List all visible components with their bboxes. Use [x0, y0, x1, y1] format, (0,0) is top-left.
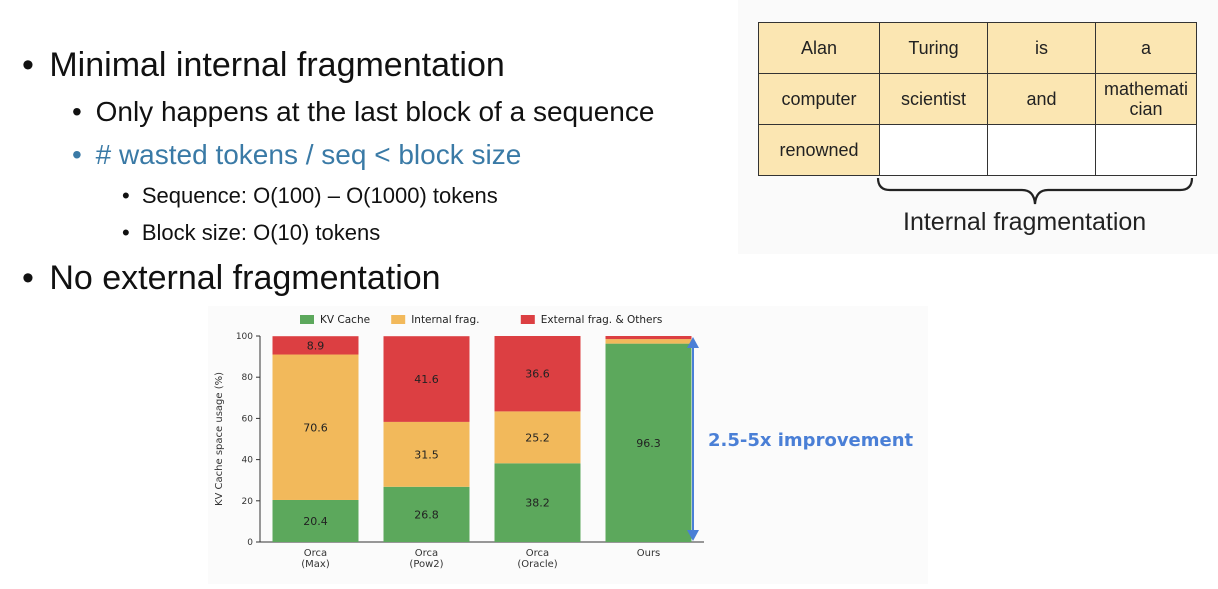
x-tick-label: (Max): [301, 559, 330, 570]
token-table: Alan Turing is a computer scientist and …: [758, 22, 1197, 176]
bullet-block-size: • Block size: O(10) tokens: [122, 220, 380, 246]
x-tick-label: (Pow2): [409, 559, 443, 570]
bullet-text: Only happens at the last block of a sequ…: [95, 96, 655, 127]
legend-swatch: [520, 315, 535, 324]
bar-value-label: 70.6: [303, 421, 328, 434]
bar-value-label: 36.6: [525, 368, 550, 381]
bullet-dot: •: [72, 139, 82, 170]
x-tick-label: Orca: [304, 548, 327, 559]
legend-label: Internal frag.: [411, 314, 479, 326]
token-cell: computer: [758, 73, 880, 125]
bar-value-label: 25.2: [525, 431, 550, 444]
bullet-dot: •: [22, 46, 34, 84]
token-cell: is: [987, 22, 1096, 74]
y-tick-label: 100: [236, 332, 253, 342]
y-tick-label: 40: [242, 456, 254, 466]
bullet-text: No external fragmentation: [49, 259, 441, 297]
token-cell: and: [987, 73, 1096, 125]
y-tick-label: 20: [242, 497, 254, 507]
x-tick-label: Orca: [415, 548, 438, 559]
token-cell: Alan: [758, 22, 880, 74]
kv-cache-usage-chart: 0 20 40 60 80 100 KV Cache space usage (%) 20.4…: [208, 306, 928, 584]
x-tick-label: Orca: [526, 548, 549, 559]
legend-label: External frag. & Others: [541, 314, 663, 326]
improvement-annotation: 2.5-5x improvement: [708, 430, 914, 451]
empty-token-cell: [1095, 124, 1197, 176]
y-axis-label: KV Cache space usage (%): [214, 372, 225, 506]
bullet-wasted-tokens: • # wasted tokens / seq < block size: [72, 139, 521, 171]
bullet-dot: •: [122, 220, 130, 245]
bullet-dot: •: [22, 259, 34, 297]
bullet-last-block: • Only happens at the last block of a se…: [72, 96, 654, 128]
bar-value-label: 96.3: [636, 437, 661, 450]
legend-swatch: [300, 315, 314, 324]
y-tick-label: 60: [242, 414, 254, 424]
bullet-text: Sequence: O(100) – O(1000) tokens: [141, 183, 498, 208]
token-cell: renowned: [758, 124, 880, 176]
token-table-figure: Alan Turing is a computer scientist and …: [738, 0, 1218, 254]
x-tick-label: (Oracle): [517, 559, 557, 570]
bar-value-label: 20.4: [303, 515, 328, 528]
bar-value-label: 8.9: [307, 339, 325, 352]
bullet-no-external-fragmentation: • No external fragmentation: [22, 259, 441, 298]
chart-svg: 0 20 40 60 80 100 KV Cache space usage (%) 20.4…: [214, 314, 914, 570]
bullet-dot: •: [122, 183, 130, 208]
bar-value-label: 31.5: [414, 448, 439, 461]
legend-swatch: [391, 315, 406, 324]
token-cell: scientist: [879, 73, 988, 125]
bullet-sequence: • Sequence: O(100) – O(1000) tokens: [122, 183, 498, 209]
token-cell: a: [1095, 22, 1197, 74]
bar-segment: [605, 339, 692, 344]
empty-token-cell: [987, 124, 1096, 176]
bullet-minimal-internal-fragmentation: • Minimal internal fragmentation: [22, 46, 505, 85]
y-tick-label: 0: [247, 538, 253, 548]
token-cell: Turing: [879, 22, 988, 74]
bar-value-label: 26.8: [414, 508, 439, 521]
legend-label: KV Cache: [320, 314, 370, 326]
bullet-text: Block size: O(10) tokens: [141, 220, 381, 245]
bar-value-label: 38.2: [525, 497, 550, 510]
token-cell: mathemati cian: [1095, 73, 1197, 125]
y-tick-label: 80: [242, 373, 254, 383]
x-tick-label: Ours: [637, 548, 661, 559]
bullet-text: # wasted tokens / seq < block size: [95, 139, 522, 170]
internal-fragmentation-label: Internal fragmentation: [903, 208, 1147, 236]
bar-value-label: 41.6: [414, 373, 439, 386]
bar-segment: [605, 336, 692, 340]
empty-token-cell: [879, 124, 988, 176]
curly-brace: [876, 177, 1194, 205]
bullet-text: Minimal internal fragmentation: [49, 46, 505, 84]
bullet-dot: •: [72, 96, 82, 127]
